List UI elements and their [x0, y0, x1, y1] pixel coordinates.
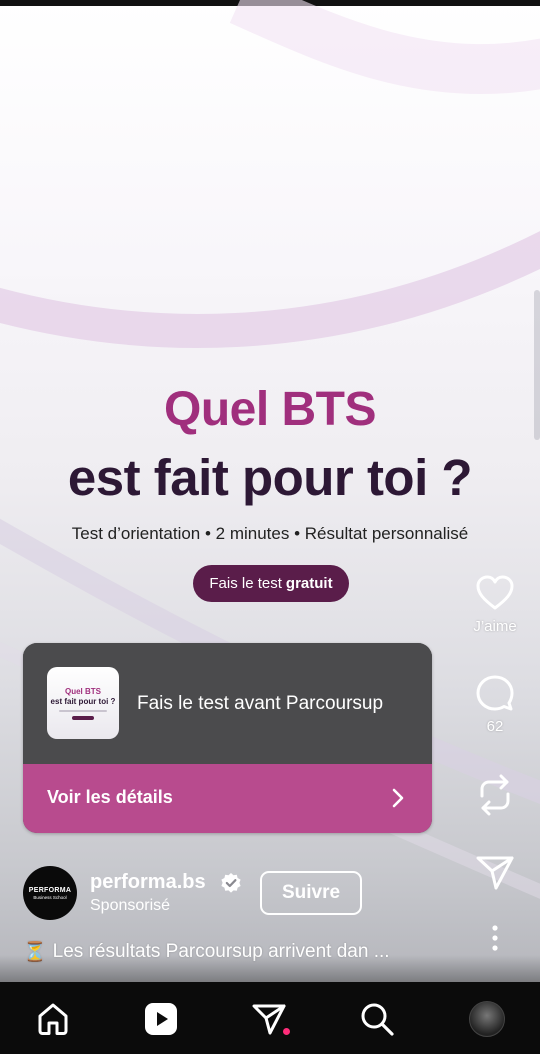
avatar-tagline: Business School: [33, 894, 67, 900]
ad-headline: est fait pour toi ?: [67, 449, 473, 506]
comment-icon: [476, 675, 514, 711]
repost-button[interactable]: [465, 774, 525, 816]
nav-search[interactable]: [357, 999, 397, 1039]
take-test-label-bold: gratuit: [285, 575, 333, 592]
card-header: Quel BTS est fait pour toi ? Fais le tes…: [23, 643, 432, 764]
account-avatar[interactable]: PERFORMA Business School: [23, 866, 77, 920]
home-icon: [38, 1003, 68, 1035]
thumbnail-subline: [59, 710, 107, 712]
search-icon: [361, 1003, 394, 1036]
card-thumbnail: Quel BTS est fait pour toi ?: [47, 667, 119, 739]
follow-button[interactable]: Suivre: [260, 871, 362, 915]
notification-dot: [283, 1028, 290, 1035]
avatar-brand: PERFORMA: [28, 886, 72, 894]
heart-icon: [476, 575, 514, 610]
nav-profile[interactable]: [467, 999, 507, 1039]
bottom-navigation: [0, 982, 540, 1054]
profile-avatar: [469, 1001, 505, 1037]
like-label: J’aime: [473, 618, 517, 635]
share-button[interactable]: [465, 854, 525, 892]
nav-fade: [0, 955, 540, 985]
see-details-label: Voir les détails: [47, 787, 173, 807]
take-test-button[interactable]: Fais le test gratuit: [193, 565, 349, 602]
verified-badge-icon: [221, 873, 241, 893]
ad-subline: Test d’orientation • 2 minutes • Résulta…: [71, 524, 469, 543]
repost-icon: [480, 774, 510, 816]
more-options-button[interactable]: [465, 924, 525, 952]
thumbnail-headline-accent: Quel BTS: [64, 687, 101, 696]
ad-headline-accent: Quel BTS: [163, 383, 377, 436]
card-title: Fais le test avant Parcoursup: [137, 693, 384, 714]
thumbnail-headline: est fait pour toi ?: [50, 697, 116, 706]
nav-home[interactable]: [33, 999, 73, 1039]
reels-icon: [145, 1003, 177, 1035]
like-button[interactable]: J’aime: [465, 574, 525, 635]
account-username[interactable]: performa.bs: [90, 871, 206, 894]
nav-reels[interactable]: [141, 999, 181, 1039]
see-details-button[interactable]: Voir les détails: [23, 764, 432, 833]
sponsored-label: Sponsorisé: [90, 897, 171, 914]
account-row: PERFORMA Business School performa.bs Spo…: [23, 866, 443, 926]
ad-link-card[interactable]: Quel BTS est fait pour toi ? Fais le tes…: [23, 643, 432, 833]
reel-screen: Quel BTS est fait pour toi ? Test d’orie…: [0, 0, 540, 1054]
send-icon: [476, 856, 514, 890]
chevron-right-icon: [392, 788, 404, 808]
direct-icon: [252, 1004, 286, 1035]
take-test-label: Fais le test: [209, 575, 282, 592]
thumbnail-cta: [72, 716, 94, 720]
nav-direct[interactable]: [249, 999, 290, 1039]
comment-count: 62: [486, 718, 504, 735]
more-vertical-icon: [492, 925, 498, 951]
comment-button[interactable]: 62: [465, 674, 525, 735]
